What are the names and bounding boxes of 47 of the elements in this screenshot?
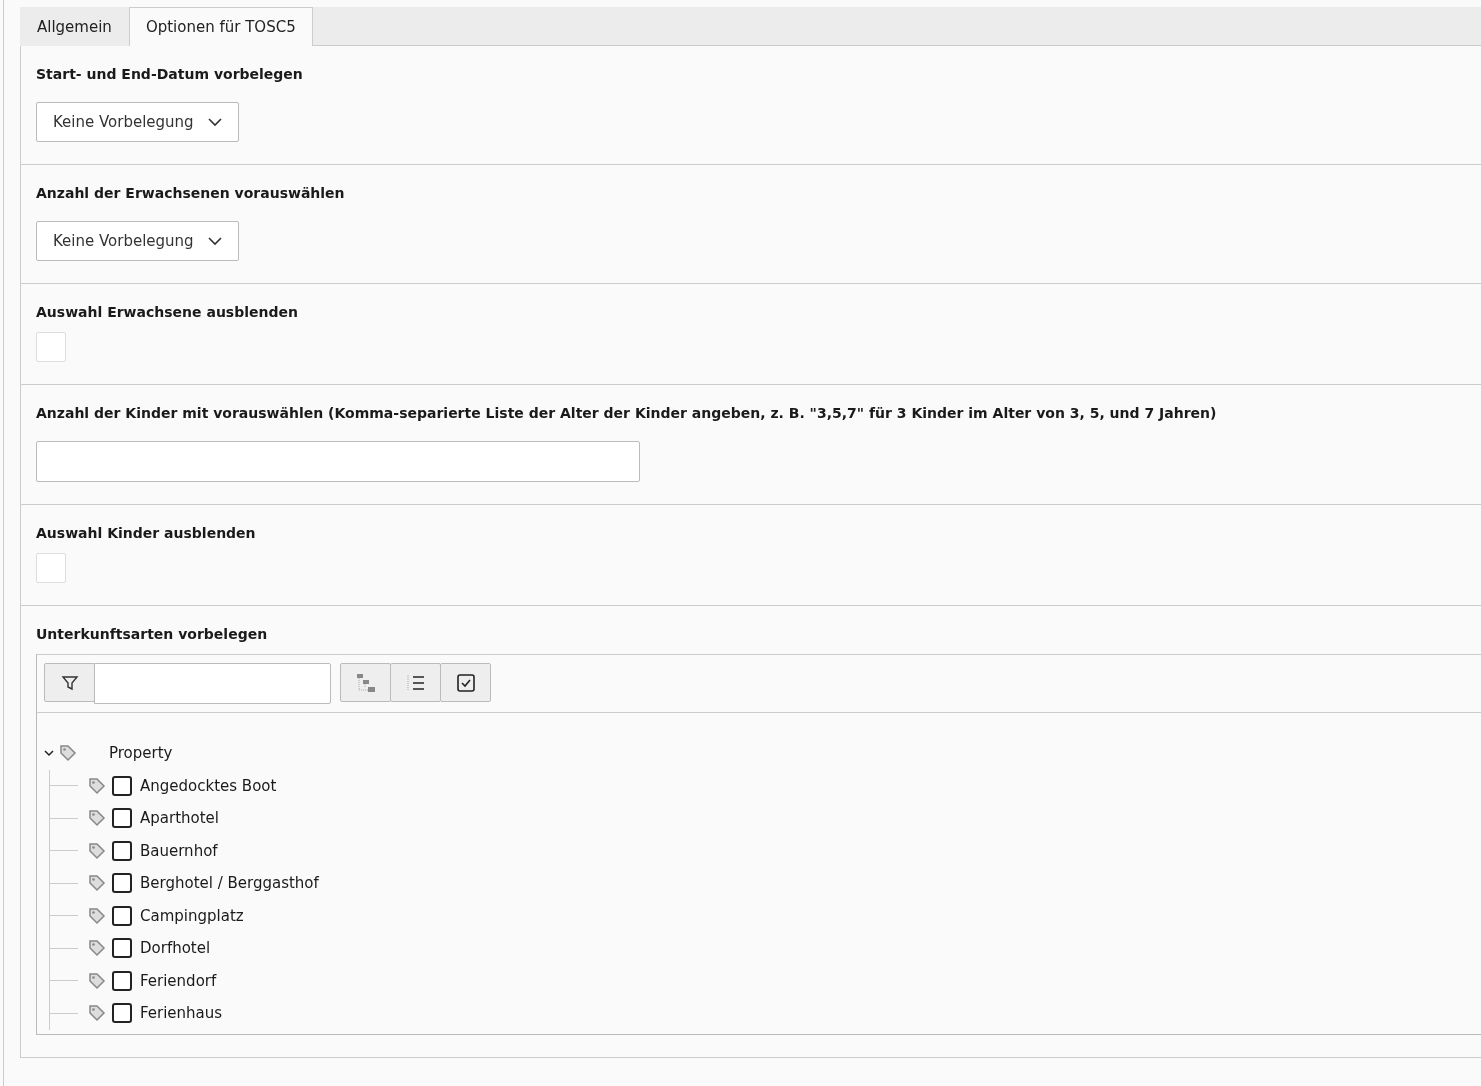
checkbox[interactable] [112,840,132,861]
tag-icon [88,776,106,795]
tree-item[interactable]: Property [109,744,173,763]
checkbox[interactable] [112,1003,132,1024]
field-label: Anzahl der Erwachsenen vorauswählen [36,185,345,201]
chevron-down-icon [207,117,222,127]
select-all-button[interactable] [440,663,491,702]
tree-item[interactable]: Bauernhof [140,841,218,860]
folder-tree-icon [355,672,376,693]
filter-field[interactable] [94,663,331,704]
tree-item[interactable]: Feriendorf [140,971,217,990]
checkbox[interactable] [112,775,132,796]
chevron-down-icon [207,236,222,246]
tag-icon [88,809,106,828]
tag-icon [88,841,106,860]
list-icon [405,672,426,693]
field-label: Anzahl der Kinder mit vorauswählen (Komma-separierte Liste der Alter der Kinder angeben, z. B. "3,5,7" für 3 Kinder im Alter von 3, 5, und 7 Jahren) [36,405,1217,421]
field-label: Auswahl Kinder ausblenden [36,525,256,541]
tag-icon [88,874,106,893]
tag-icon [59,744,77,763]
select-dropdown[interactable]: Keine Vorbelegung [36,221,239,261]
tree-item[interactable]: Aparthotel [140,809,219,828]
tag-icon [88,971,106,990]
select-dropdown[interactable]: Keine Vorbelegung [36,102,239,142]
tree-item[interactable]: Dorfhotel [140,939,211,958]
tag-icon [88,939,106,958]
checkbox[interactable] [112,970,132,991]
filter-icon [60,673,79,692]
tag-icon [88,906,106,925]
field-label: Auswahl Erwachsene ausblenden [36,304,298,320]
expand-all-button[interactable] [340,663,391,702]
input-field[interactable] [36,441,640,482]
tree-item[interactable]: Berghotel / Berggasthof [140,874,319,893]
field-label: Unterkunftsarten vorbelegen [36,626,268,642]
tree-item[interactable]: Campingplatz [140,906,244,925]
checkbox[interactable] [112,905,132,926]
field-label: Start- und End-Datum vorbelegen [36,66,303,82]
tree-item[interactable]: Angedocktes Boot [140,776,277,795]
checkbox-checked-icon [455,672,476,693]
checkbox[interactable] [112,873,132,894]
tag-icon [88,1004,106,1023]
checkbox[interactable] [112,938,132,959]
tab[interactable]: Optionen für TOSC5 [128,7,313,46]
tree-item[interactable]: Ferienhaus [140,1004,223,1023]
collapse-all-button[interactable] [390,663,441,702]
filter-button[interactable] [44,663,95,702]
checkbox[interactable] [112,808,132,829]
